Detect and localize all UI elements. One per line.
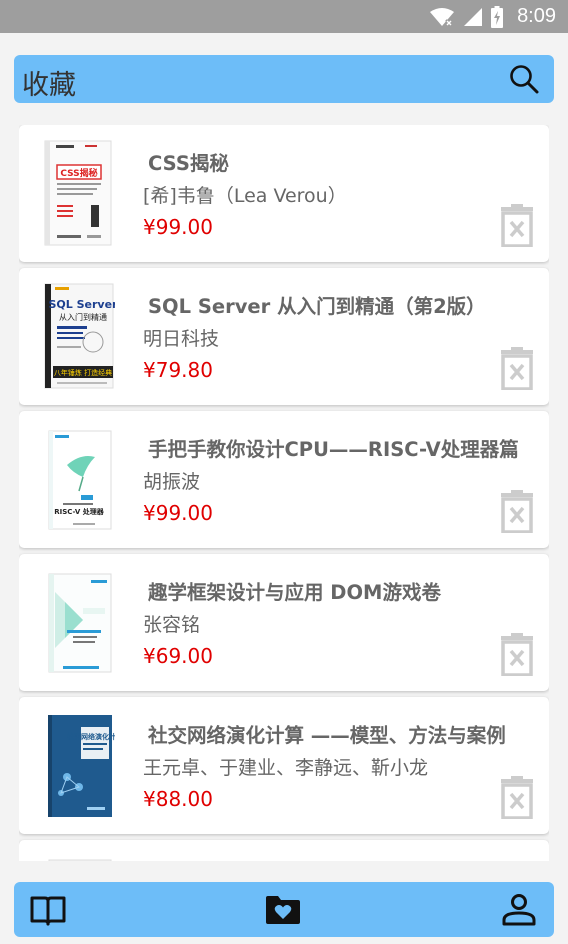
page-title: 收藏 <box>22 70 76 101</box>
trash-icon <box>501 347 533 391</box>
cover-slogan: 八年锤炼 打造经典 <box>54 368 112 377</box>
book-cover <box>43 568 115 676</box>
list-item[interactable]: SQL Server 从入门到精通 八年锤炼 打造经典 SQL Server 从… <box>19 268 549 405</box>
delete-button[interactable] <box>500 489 534 534</box>
status-time: 8:09 <box>517 5 556 27</box>
cover-title: SQL Server <box>49 298 115 311</box>
book-cover: RISC-V 处理器 <box>43 425 115 533</box>
trash-icon <box>501 490 533 534</box>
book-author: 王元卓、于建业、李静远、靳小龙 <box>143 757 429 779</box>
trash-icon <box>501 204 533 248</box>
wifi-icon <box>430 7 455 27</box>
book-author: 明日科技 <box>143 328 220 350</box>
status-bar: 8:09 <box>0 0 568 33</box>
battery-icon <box>491 5 504 28</box>
nav-profile-button[interactable] <box>500 892 538 928</box>
book-price: ¥99.00 <box>143 501 213 525</box>
nav-books-button[interactable] <box>29 892 67 928</box>
book-title[interactable]: 手把手教你设计CPU——RISC-V处理器篇 <box>148 433 519 462</box>
book-price: ¥99.00 <box>143 215 213 239</box>
search-icon <box>510 65 539 94</box>
book-cover: CSS揭秘 <box>43 139 115 247</box>
book-author: [希]韦鲁（Lea Verou） <box>143 185 347 207</box>
trash-icon <box>501 776 533 820</box>
book-title[interactable]: CSS揭秘 <box>148 147 229 176</box>
nav-favorites-button[interactable] <box>264 892 302 928</box>
book-icon <box>30 896 66 926</box>
delete-button[interactable] <box>500 632 534 677</box>
folder-heart-icon <box>266 896 300 924</box>
list-item[interactable]: CSS揭秘 CSS揭秘 [希]韦鲁（Lea Verou） ¥99.00 <box>19 125 549 262</box>
bottom-nav <box>14 882 554 937</box>
favorites-list[interactable]: CSS揭秘 CSS揭秘 [希]韦鲁（Lea Verou） ¥99.00 SQL … <box>19 125 549 861</box>
book-author: 张容铭 <box>143 614 201 636</box>
list-item[interactable]: 社交网络演化计算 社交网络演化计算 ——模型、方法与案例 王元卓、于建业、李静远… <box>19 697 549 834</box>
book-cover <box>43 854 115 861</box>
book-cover: 社交网络演化计算 <box>43 711 115 819</box>
status-icons: 8:09 <box>429 4 556 29</box>
cover-title: RISC-V 处理器 <box>54 507 105 516</box>
cover-title: 社交网络演化计算 <box>66 732 115 741</box>
book-title[interactable]: SQL Server 从入门到精通（第2版） <box>148 290 486 319</box>
book-price: ¥69.00 <box>143 644 213 668</box>
book-price: ¥88.00 <box>143 787 213 811</box>
book-author: 胡振波 <box>143 471 201 493</box>
list-item[interactable]: RISC-V 处理器 手把手教你设计CPU——RISC-V处理器篇 胡振波 ¥9… <box>19 411 549 548</box>
signal-icon <box>464 7 483 26</box>
search-button[interactable] <box>508 63 540 95</box>
delete-button[interactable] <box>500 775 534 820</box>
top-bar: 收藏 <box>14 55 554 103</box>
cover-subtitle: 从入门到精通 <box>59 312 107 322</box>
book-cover: SQL Server 从入门到精通 八年锤炼 打造经典 <box>43 282 115 390</box>
delete-button[interactable] <box>500 346 534 391</box>
book-price: ¥79.80 <box>143 358 213 382</box>
user-icon <box>502 894 536 926</box>
cover-title: CSS揭秘 <box>60 167 97 179</box>
list-item[interactable] <box>19 840 549 861</box>
trash-icon <box>501 633 533 677</box>
book-title[interactable]: 趣学框架设计与应用 DOM游戏卷 <box>148 576 441 605</box>
delete-button[interactable] <box>500 203 534 248</box>
list-item[interactable]: 趣学框架设计与应用 DOM游戏卷 张容铭 ¥69.00 <box>19 554 549 691</box>
book-title[interactable]: 社交网络演化计算 ——模型、方法与案例 <box>148 719 506 748</box>
